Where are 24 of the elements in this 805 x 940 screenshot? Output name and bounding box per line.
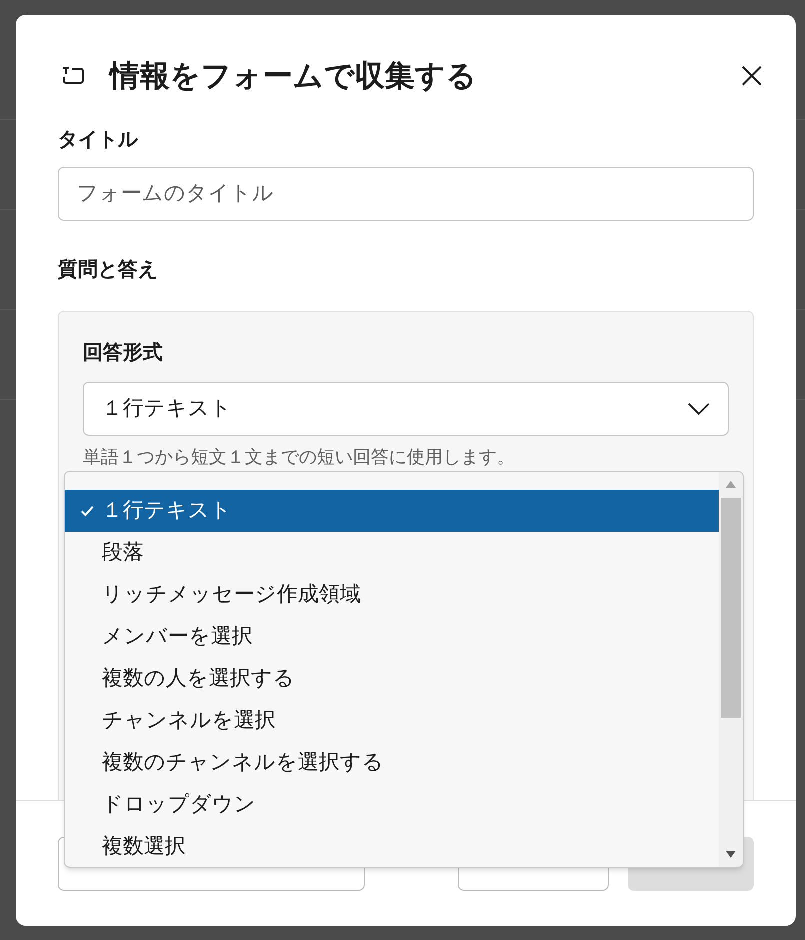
scroll-up-icon[interactable] [726,481,736,488]
field-label: タイトル [58,128,140,153]
dropdown-option[interactable]: 複数の人を選択する [65,658,720,700]
scroll-down-icon[interactable] [726,851,736,858]
section-label: 質問と答え [58,258,159,283]
field-label: 回答形式 [83,341,164,366]
dropdown-option[interactable]: 複数選択 [65,826,720,867]
close-icon [740,64,764,88]
dropdown-option[interactable]: ドロップダウン [65,784,720,826]
dropdown-option[interactable]: 複数のチャンネルを選択する [65,742,720,784]
scrollbar-thumb[interactable] [721,498,741,718]
chevron-down-icon [688,403,710,415]
check-icon [81,506,94,516]
answer-type-select[interactable]: １行テキスト [83,382,729,436]
dropdown-option[interactable]: メンバーを選択 [65,616,720,658]
hint-text: 単語１つから短文１文までの短い回答に使用します。 [83,446,516,469]
dialog-title: 情報をフォームで収集する [110,58,477,94]
title-input[interactable]: フォームのタイトル [58,167,754,221]
dropdown-option[interactable]: 段落 [65,532,720,574]
scrollbar[interactable] [719,472,743,867]
dropdown-option[interactable]: リッチメッセージ作成領域 [65,574,720,616]
dropdown-option[interactable]: チャンネルを選択 [65,700,720,742]
select-value: １行テキスト [102,396,232,422]
dropdown-option[interactable]: １行テキスト [65,490,720,532]
